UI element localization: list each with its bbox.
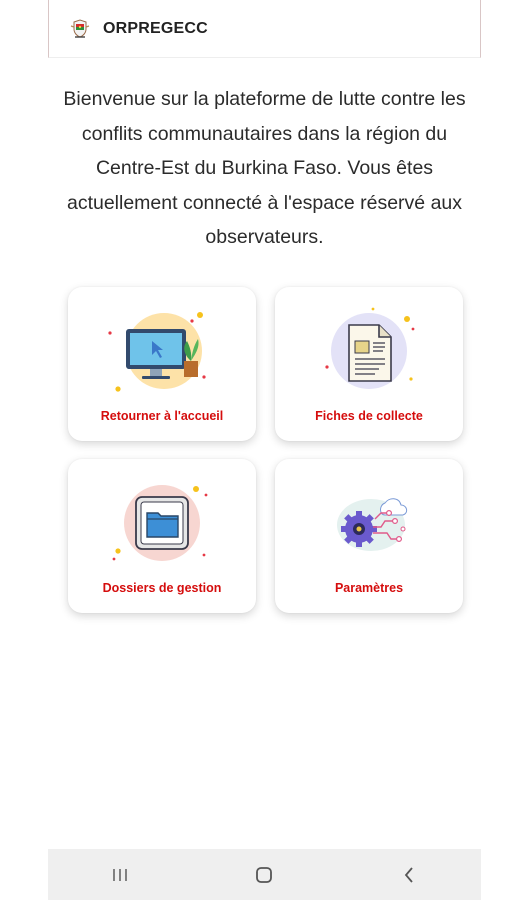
recents-button[interactable] — [90, 855, 150, 895]
management-files-card[interactable]: Dossiers de gestion — [68, 459, 256, 613]
computer-home-icon — [108, 312, 206, 392]
settings-card[interactable]: Paramètres — [275, 459, 463, 613]
coat-of-arms-icon — [69, 18, 91, 40]
settings-card-label: Paramètres — [334, 581, 404, 595]
app-title: ORPREGECC — [103, 19, 208, 37]
back-icon — [404, 866, 413, 883]
management-files-card-label: Dossiers de gestion — [102, 581, 222, 595]
system-navigation-bar — [48, 849, 481, 900]
home-icon — [256, 866, 273, 883]
welcome-message: Bienvenue sur la plateforme de lutte con… — [63, 88, 466, 248]
document-form-icon — [325, 307, 415, 389]
home-card-label: Retourner à l'accueil — [100, 409, 224, 423]
collection-forms-card-label: Fiches de collecte — [315, 409, 423, 423]
home-button[interactable] — [234, 855, 294, 895]
home-card[interactable]: Retourner à l'accueil — [68, 287, 256, 441]
recents-icon — [113, 868, 127, 881]
back-button[interactable] — [379, 855, 439, 895]
folder-icon — [112, 485, 208, 561]
collection-forms-card[interactable]: Fiches de collecte — [275, 287, 463, 441]
app-bar: ORPREGECC — [48, 0, 481, 58]
app-screen: ORPREGECC Bienvenue sur la plateforme de… — [48, 0, 481, 900]
settings-gear-icon — [337, 498, 408, 551]
